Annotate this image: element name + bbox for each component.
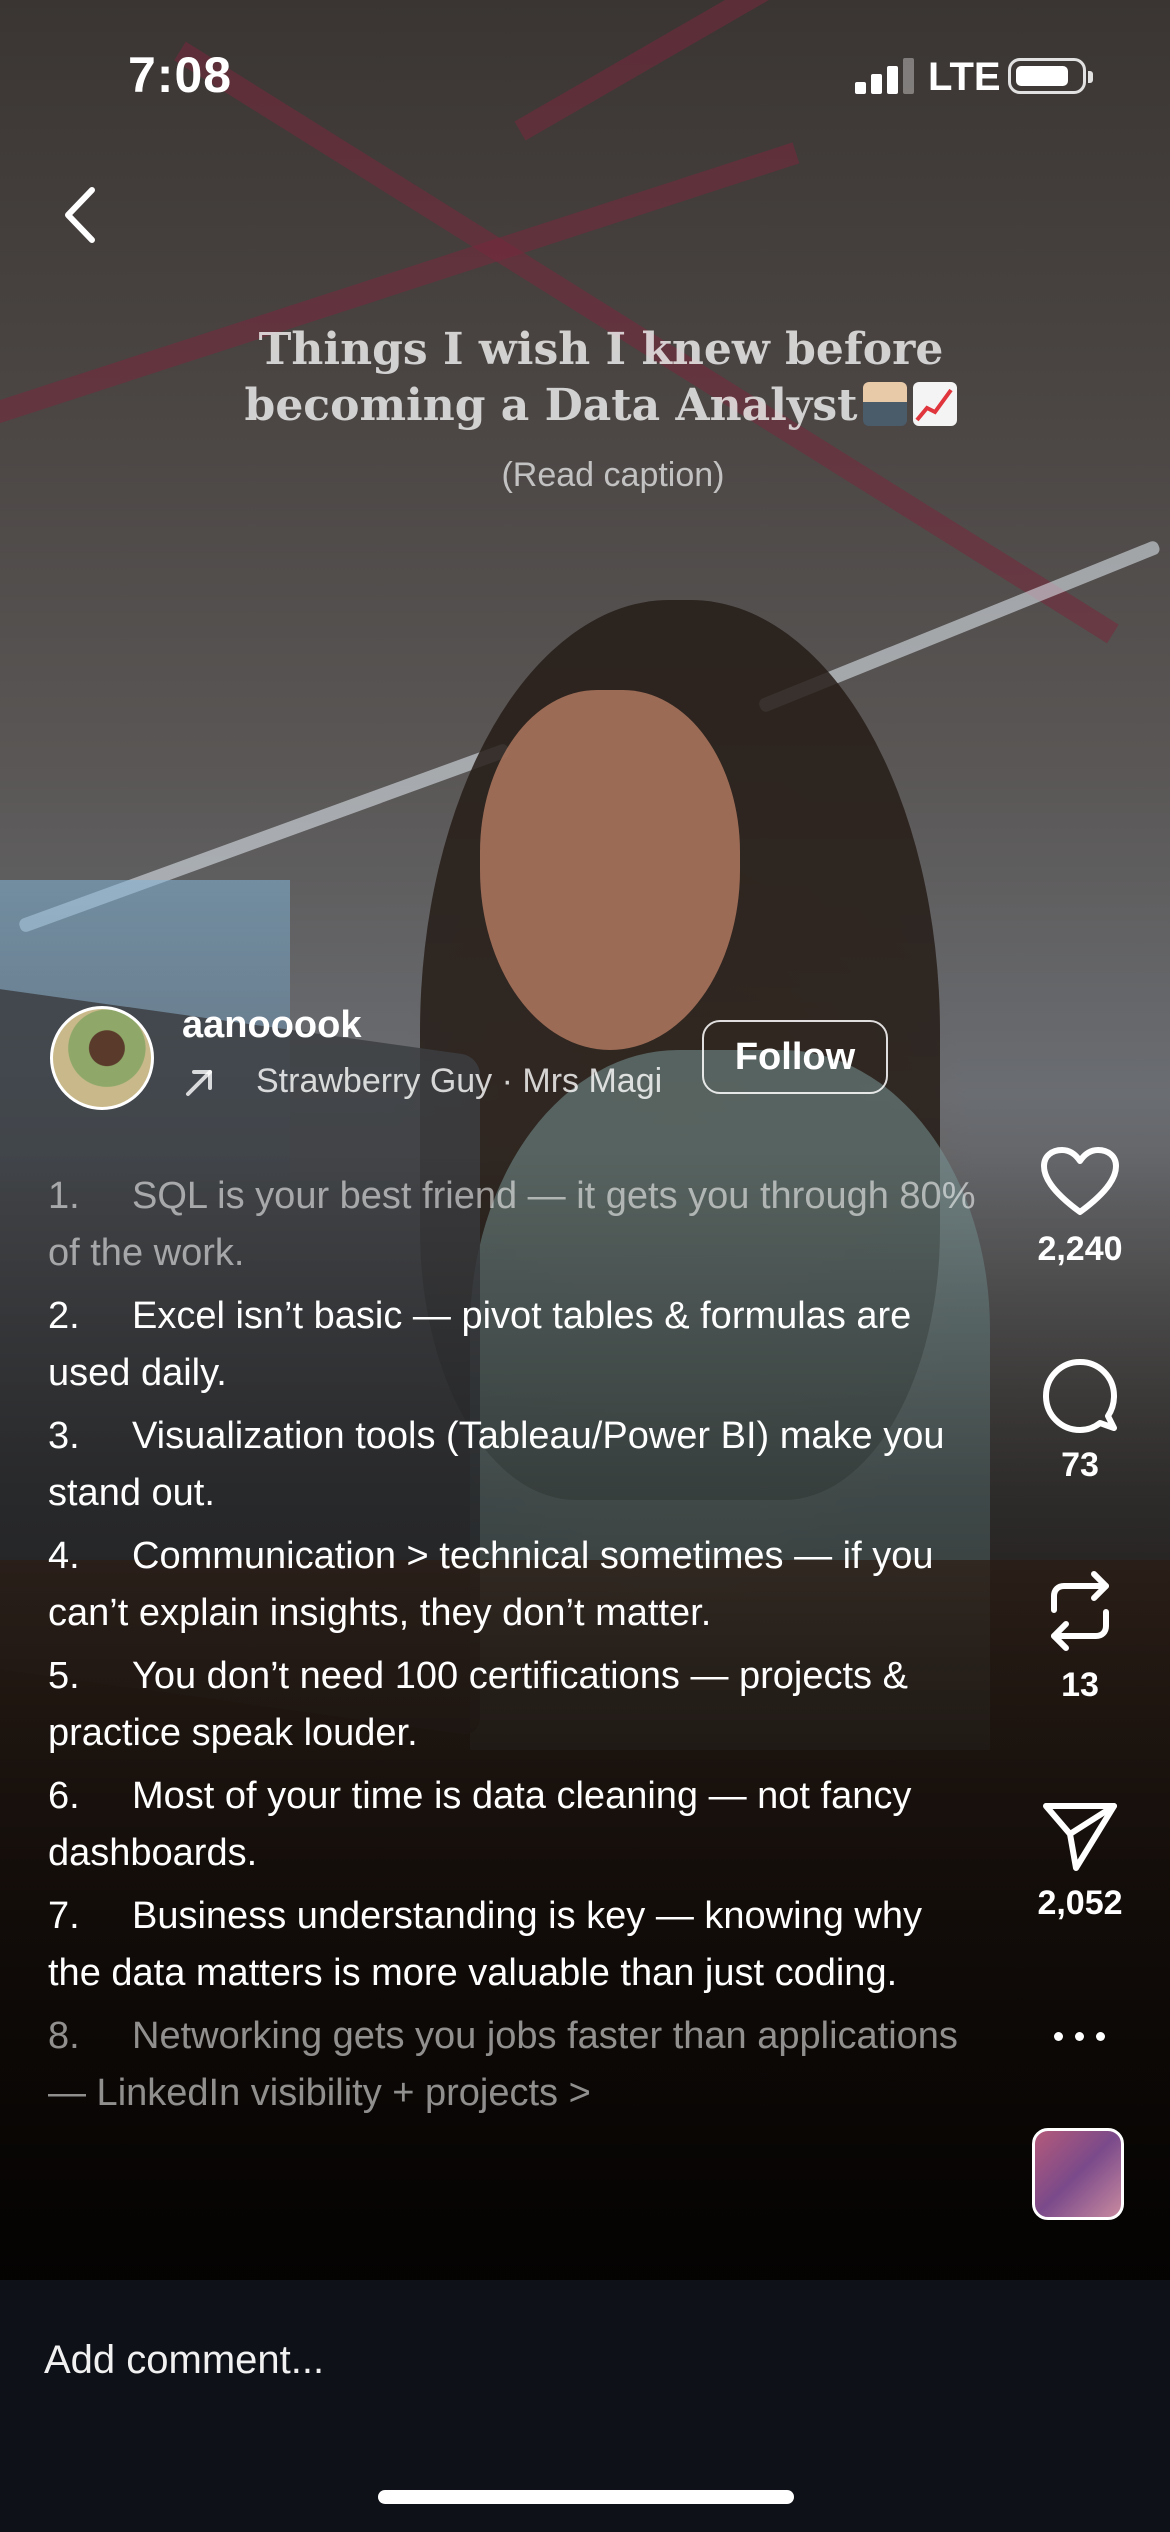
audio-thumbnail[interactable] [1032,2128,1124,2220]
home-indicator[interactable] [378,2490,794,2504]
network-type: LTE [928,55,1001,99]
comment-button[interactable]: 73 [1020,1358,1140,1485]
arrow-up-right-icon [186,1070,212,1096]
share-button[interactable]: 2,052 [1020,1800,1140,1923]
heart-icon [1041,1147,1119,1215]
video-overlay-title: Things I wish I knew before becoming a D… [0,322,1170,434]
author-username[interactable]: aanooook [182,1004,361,1047]
like-button[interactable]: 2,240 [1020,1146,1140,1269]
technologist-emoji [863,382,908,426]
caption-item: 4. Communication > technical sometimes — … [48,1535,934,1634]
paper-plane-icon [1043,1803,1117,1871]
share-count: 2,052 [1037,1884,1123,1922]
repost-icon [1051,1571,1109,1651]
video-title-line1: Things I wish I knew before [258,324,944,375]
repost-button[interactable]: 13 [1020,1568,1140,1705]
caption-item: 8. Networking gets you jobs faster than a… [48,2015,958,2114]
caption-item: 2. Excel isn’t basic — pivot tables & for… [48,1295,912,1394]
chart-increasing-emoji [913,382,958,426]
video-title-line2-row: becoming a Data Analyst [0,378,1170,434]
more-options-icon[interactable] [1050,2026,1110,2046]
follow-button[interactable]: Follow [702,1020,888,1094]
chevron-left-icon [65,187,95,243]
comment-count: 73 [1061,1446,1099,1484]
audio-track-label[interactable]: Strawberry Guy · Mrs Magic [256,1062,662,1101]
post-caption[interactable]: 1. SQL is your best friend — it gets you … [48,1168,978,2238]
comment-input[interactable]: Add comment... [44,2338,324,2383]
repost-count: 13 [1061,1666,1099,1704]
person-face [480,690,740,1050]
video-overlay-subtitle: (Read caption) [501,456,725,494]
author-avatar[interactable] [50,1006,154,1110]
battery-icon [1008,58,1093,94]
video-title-line2: becoming a Data Analyst [244,380,858,431]
status-time: 7:08 [128,47,233,103]
comment-bubble-icon [1043,1359,1117,1433]
caption-item: 5. You don’t need 100 certifications — pr… [48,1655,908,1754]
caption-item: 7. Business understanding is key — knowin… [48,1895,922,1994]
caption-item: 6. Most of your time is data cleaning — n… [48,1775,912,1874]
like-count: 2,240 [1037,1230,1123,1268]
back-button[interactable] [46,180,116,250]
caption-item: 3. Visualization tools (Tableau/Power BI)… [48,1415,945,1514]
caption-item: 1. SQL is your best friend — it gets you … [48,1175,976,1274]
signal-strength-icon [855,58,915,94]
